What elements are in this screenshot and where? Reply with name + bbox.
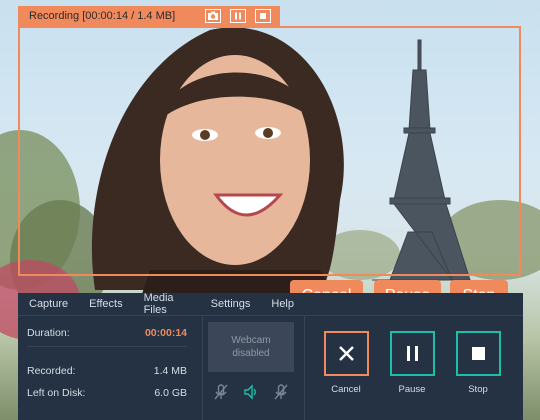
duration-label: Duration: <box>27 327 70 339</box>
recorded-value: 1.4 MB <box>153 365 187 377</box>
stop-icon <box>472 347 485 360</box>
recording-info: Duration: 00:00:14 Recorded: 1.4 MB Left… <box>18 316 198 420</box>
speaker-icon[interactable] <box>242 383 260 401</box>
menu-help[interactable]: Help <box>271 298 294 310</box>
webcam-status-line1: Webcam <box>231 335 271 346</box>
recording-area-frame <box>18 26 521 276</box>
menu-settings[interactable]: Settings <box>211 298 251 310</box>
menu-capture[interactable]: Capture <box>29 298 68 310</box>
recorded-row: Recorded: 1.4 MB <box>27 365 187 377</box>
camera-icon[interactable] <box>205 9 221 23</box>
cancel-button-label: Cancel <box>331 384 361 395</box>
menu-bar: Capture Effects Media Files Settings Hel… <box>18 292 304 316</box>
webcam-status: Webcam disabled <box>216 334 286 360</box>
column-divider <box>202 316 203 420</box>
stop-icon[interactable] <box>255 9 271 23</box>
webcam-status-line2: disabled <box>232 348 270 359</box>
menu-media-files[interactable]: Media Files <box>144 292 190 316</box>
pause-icon <box>407 346 418 361</box>
disk-value: 6.0 GB <box>154 387 187 399</box>
info-divider <box>27 346 187 347</box>
stop-button[interactable] <box>456 331 501 376</box>
pause-button-label: Pause <box>398 384 426 395</box>
column-divider <box>304 316 305 420</box>
recording-status-bar: Recording [00:00:14 / 1.4 MB] <box>18 6 280 26</box>
pause-button[interactable] <box>390 331 435 376</box>
recording-status-text: Recording [00:00:14 / 1.4 MB] <box>29 10 176 22</box>
menu-effects[interactable]: Effects <box>89 298 122 310</box>
cancel-button[interactable] <box>324 331 369 376</box>
duration-row: Duration: 00:00:14 <box>27 327 187 339</box>
webcam-preview[interactable]: Webcam disabled <box>208 322 294 372</box>
pause-icon[interactable] <box>230 9 246 23</box>
audio-toggles <box>208 383 294 401</box>
microphone-off-icon[interactable] <box>272 383 290 401</box>
recorded-label: Recorded: <box>27 365 76 377</box>
microphone-muted-icon[interactable] <box>212 383 230 401</box>
stop-button-label: Stop <box>468 384 488 395</box>
disk-row: Left on Disk: 6.0 GB <box>27 387 187 399</box>
close-icon <box>339 346 354 361</box>
disk-label: Left on Disk: <box>27 387 86 399</box>
recording-control-panel: Capture Effects Media Files Settings Hel… <box>18 292 523 420</box>
duration-value: 00:00:14 <box>144 327 187 339</box>
